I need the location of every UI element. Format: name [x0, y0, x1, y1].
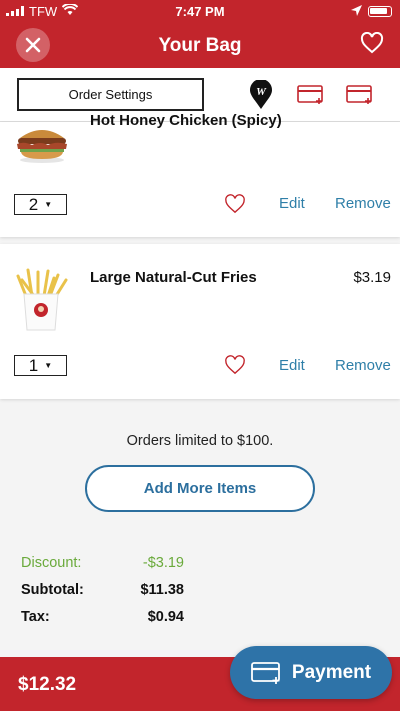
heart-outline-icon: [225, 355, 245, 375]
status-time: 7:47 PM: [175, 4, 225, 19]
edit-item-link[interactable]: Edit: [279, 195, 305, 212]
add-card-button-1[interactable]: [297, 84, 325, 111]
chicken-sandwich-image: [14, 124, 70, 164]
credit-card-add-icon: [297, 85, 323, 104]
bag-item-card: Hot Honey Chicken (Spicy) 2 ▼ Edit Remov…: [0, 112, 400, 237]
payment-label: Payment: [291, 661, 372, 683]
quantity-value: 2: [28, 194, 39, 214]
subtotal-label: Subtotal:: [21, 582, 84, 598]
credit-card-add-icon: [346, 85, 372, 104]
favorite-item-button[interactable]: [224, 194, 246, 219]
add-more-items-button[interactable]: Add More Items: [85, 465, 315, 512]
tax-label: Tax:: [21, 609, 50, 625]
quantity-select[interactable]: 1 ▼: [14, 355, 67, 376]
app-header: Your Bag: [0, 22, 400, 68]
heart-icon: [360, 31, 384, 54]
remove-item-link[interactable]: Remove: [335, 195, 391, 212]
discount-label: Discount:: [21, 555, 82, 571]
quantity-value: 1: [28, 355, 39, 375]
quantity-select[interactable]: 2 ▼: [14, 194, 67, 215]
status-bar: TFW 7:47 PM: [0, 0, 400, 22]
page-title: Your Bag: [158, 35, 242, 56]
order-settings-button[interactable]: Order Settings: [17, 78, 204, 111]
edit-item-link[interactable]: Edit: [279, 357, 305, 374]
favorite-item-button[interactable]: [224, 355, 246, 380]
subtotal-value: $11.38: [140, 582, 184, 598]
location-arrow-icon: [351, 4, 362, 19]
pin-letter: W: [256, 86, 267, 98]
favorites-button[interactable]: [360, 31, 386, 58]
caret-down-icon: ▼: [44, 361, 53, 370]
item-price: $3.19: [353, 269, 391, 286]
tax-value: $0.94: [147, 609, 184, 625]
map-pin-icon: W: [250, 79, 272, 109]
remove-item-link[interactable]: Remove: [335, 357, 391, 374]
bag-item-card: Large Natural-Cut Fries $3.19 1 ▼ Edit R…: [0, 244, 400, 399]
credit-card-add-icon: [250, 661, 280, 684]
battery-icon: [368, 6, 392, 17]
order-total: $12.32: [18, 674, 77, 695]
restaurant-location-button[interactable]: W: [249, 79, 273, 115]
heart-outline-icon: [225, 194, 245, 214]
order-limit-notice: Orders limited to $100.: [126, 433, 274, 449]
item-name: Large Natural-Cut Fries: [90, 269, 257, 286]
caret-down-icon: ▼: [44, 200, 53, 209]
add-card-button-2[interactable]: [346, 84, 374, 111]
payment-button[interactable]: Payment: [230, 646, 392, 699]
discount-value: -$3.19: [142, 555, 184, 571]
fries-image: [12, 266, 70, 332]
item-name: Hot Honey Chicken (Spicy): [90, 112, 282, 129]
